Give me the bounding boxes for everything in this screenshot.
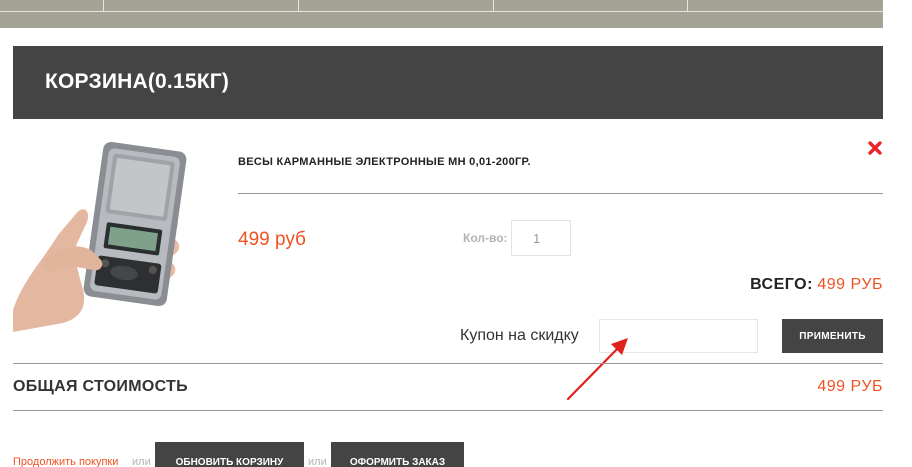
apply-coupon-button[interactable]: ПРИМЕНИТЬ: [782, 319, 883, 353]
or-separator: или: [132, 456, 151, 467]
or-separator: или: [308, 456, 327, 467]
product-image[interactable]: [13, 140, 193, 332]
remove-item-button[interactable]: [866, 139, 884, 157]
item-total: ВСЕГО: 499 РУБ: [750, 276, 883, 294]
top-navigation-bar: [0, 0, 883, 28]
nav-separator: [103, 0, 104, 11]
summary-divider-bottom: [13, 410, 883, 411]
summary-divider-top: [13, 363, 883, 364]
product-divider: [238, 193, 883, 194]
item-total-value: 499 РУБ: [817, 276, 883, 293]
checkout-button[interactable]: ОФОРМИТЬ ЗАКАЗ: [331, 442, 464, 467]
nav-separator: [298, 0, 299, 11]
item-total-label: ВСЕГО:: [750, 276, 813, 293]
product-title[interactable]: ВЕСЫ КАРМАННЫЕ ЭЛЕКТРОННЫЕ MH 0,01-200ГР…: [238, 156, 531, 168]
grand-total-label: ОБЩАЯ СТОИМОСТЬ: [13, 378, 188, 395]
annotation-arrow-icon: [566, 338, 628, 401]
cart-title: КОРЗИНА(0.15КГ): [45, 70, 230, 93]
nav-divider-line: [0, 11, 883, 12]
grand-total-value: 499 РУБ: [817, 378, 883, 395]
close-icon: [868, 141, 882, 155]
quantity-input[interactable]: [511, 220, 571, 256]
cart-page: КОРЗИНА(0.15КГ) ВЕСЫ КАРМАННЫЕ ЭЛЕКТРОНН…: [0, 0, 912, 467]
nav-separator: [493, 0, 494, 11]
cart-header: КОРЗИНА(0.15КГ): [13, 46, 883, 119]
continue-shopping-link[interactable]: Продолжить покупки: [13, 456, 118, 467]
pocket-scale-image: [13, 141, 187, 332]
quantity-label: Кол-во:: [463, 231, 508, 245]
nav-separator: [687, 0, 688, 11]
update-cart-button[interactable]: ОБНОВИТЬ КОРЗИНУ: [155, 442, 304, 467]
product-price: 499 руб: [238, 229, 306, 250]
